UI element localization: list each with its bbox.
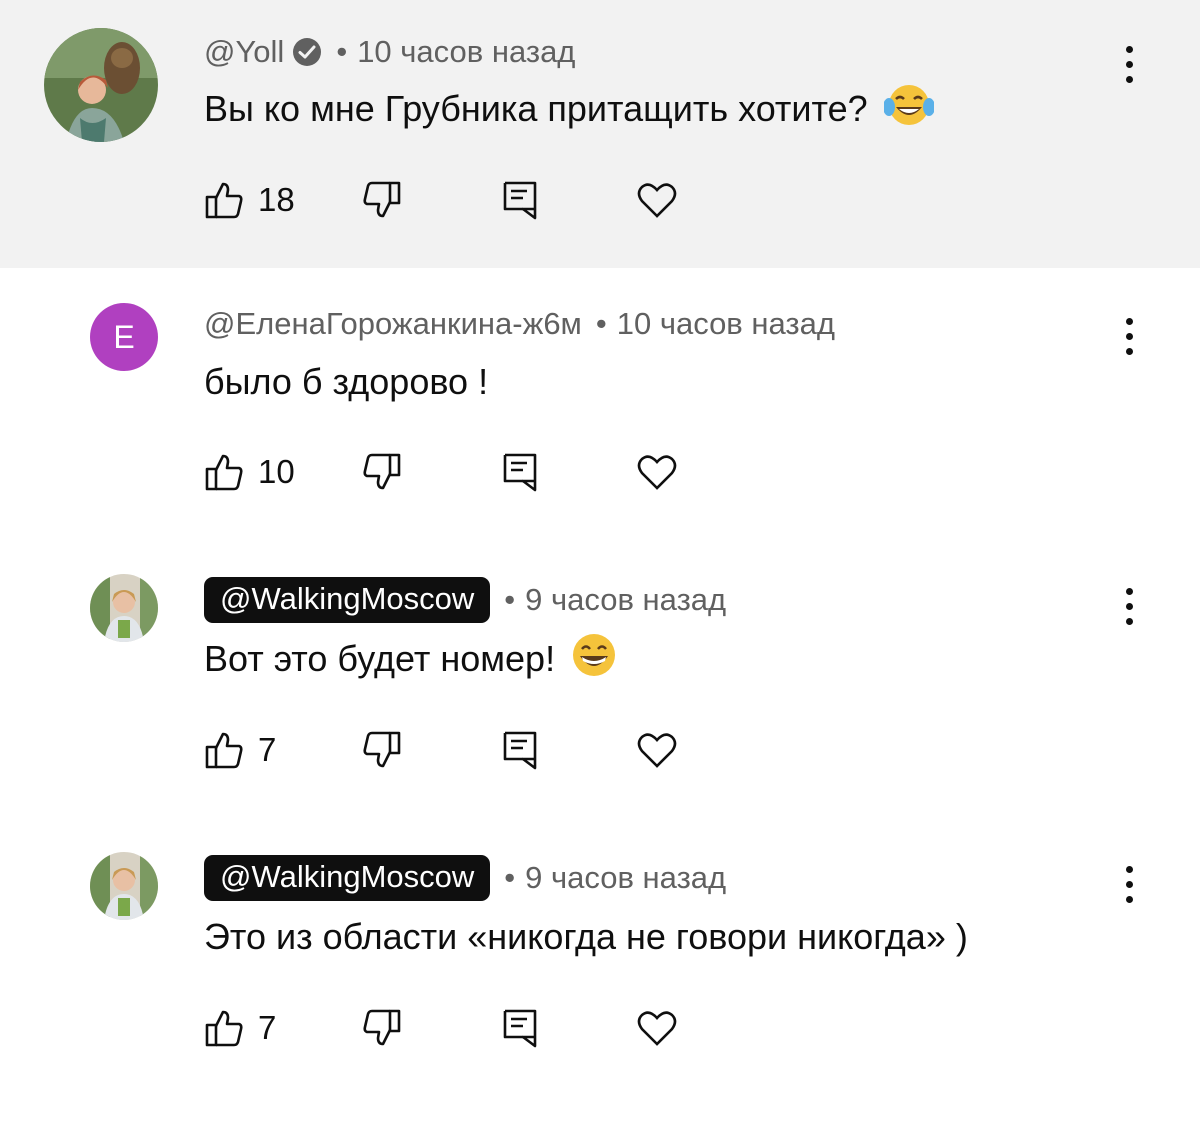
- author-name-badge[interactable]: @WalkingMoscow: [204, 577, 491, 623]
- reply-button[interactable]: [502, 1008, 538, 1048]
- dislike-button[interactable]: [362, 1008, 402, 1048]
- timestamp[interactable]: 9 часов назад: [525, 582, 726, 618]
- heart-icon: [636, 452, 678, 492]
- reply-button[interactable]: [502, 730, 538, 770]
- heart-icon: [636, 730, 678, 770]
- heart-icon: [636, 180, 678, 220]
- heart-button[interactable]: [636, 730, 678, 770]
- thumb-up-icon: [204, 730, 244, 770]
- comment-actions: 7: [204, 730, 704, 774]
- thumb-up-icon: [204, 1008, 244, 1048]
- heart-button[interactable]: [636, 1008, 678, 1048]
- comment-text: Вот это будет номер!: [204, 632, 617, 687]
- comment-text: Вы ко мне Грубника притащить хотите?: [204, 83, 935, 136]
- comment-actions: 10: [204, 452, 704, 496]
- reply-button[interactable]: [502, 452, 538, 492]
- avatar-letter: E: [113, 319, 135, 355]
- comment-actions: 7: [204, 1008, 704, 1052]
- author-name[interactable]: @Yoll: [204, 34, 284, 70]
- heart-icon: [636, 1008, 678, 1048]
- reply-icon: [502, 730, 538, 770]
- thumb-down-icon: [362, 452, 402, 492]
- reply-icon: [502, 1008, 538, 1048]
- comment-text-body: было б здорово !: [204, 361, 489, 402]
- like-count: 10: [258, 453, 295, 490]
- comment-text-body: Это из области «никогда не говори никогд…: [204, 916, 968, 957]
- like-count: 7: [258, 1009, 277, 1046]
- comment-text-body: Вы ко мне Грубника притащить хотите?: [204, 88, 868, 129]
- thumb-up-icon: [204, 180, 244, 220]
- dislike-button[interactable]: [362, 452, 402, 492]
- like-count: 7: [258, 731, 277, 768]
- reply-button[interactable]: [502, 180, 538, 220]
- separator-dot: •: [336, 34, 348, 69]
- like-button[interactable]: 7: [204, 730, 276, 770]
- tears-of-joy-emoji-icon: [882, 83, 935, 136]
- dislike-button[interactable]: [362, 180, 402, 220]
- author-name-badge[interactable]: @WalkingMoscow: [204, 855, 491, 901]
- like-button[interactable]: 18: [204, 180, 295, 220]
- avatar[interactable]: [90, 574, 158, 642]
- comment-header: @WalkingMoscow • 9 часов назад: [204, 575, 726, 625]
- comment-header: @WalkingMoscow • 9 часов назад: [204, 853, 726, 903]
- thumb-down-icon: [362, 1008, 402, 1048]
- thumb-down-icon: [362, 730, 402, 770]
- author-name[interactable]: @ЕленаГорожанкина-ж6м: [204, 306, 582, 342]
- avatar[interactable]: [44, 28, 158, 142]
- more-vert-icon[interactable]: [1112, 862, 1146, 908]
- thumb-up-icon: [204, 452, 244, 492]
- comment-text: было б здорово !: [204, 358, 488, 406]
- timestamp[interactable]: 10 часов назад: [357, 34, 575, 70]
- comment-text-body: Вот это будет номер!: [204, 638, 556, 679]
- comment: E @ЕленаГорожанкина-ж6м • 10 часов назад…: [0, 268, 1200, 538]
- verified-check-icon: [292, 37, 322, 67]
- like-button[interactable]: 10: [204, 452, 295, 492]
- comment-text: Это из области «никогда не говори никогд…: [204, 912, 968, 962]
- like-count: 18: [258, 181, 295, 218]
- heart-button[interactable]: [636, 180, 678, 220]
- thumb-down-icon: [362, 180, 402, 220]
- separator-dot: •: [504, 860, 516, 895]
- separator-dot: •: [504, 582, 516, 617]
- avatar[interactable]: [90, 852, 158, 920]
- comment: @WalkingMoscow • 9 часов назад Вот это б…: [0, 538, 1200, 816]
- comment-header: @ЕленаГорожанкина-ж6м • 10 часов назад: [204, 302, 835, 346]
- timestamp[interactable]: 10 часов назад: [617, 306, 835, 342]
- like-button[interactable]: 7: [204, 1008, 276, 1048]
- reply-icon: [502, 180, 538, 220]
- avatar[interactable]: E: [90, 303, 158, 371]
- reply-icon: [502, 452, 538, 492]
- more-vert-icon[interactable]: [1112, 42, 1146, 88]
- timestamp[interactable]: 9 часов назад: [525, 860, 726, 896]
- dislike-button[interactable]: [362, 730, 402, 770]
- comment: @Yoll • 10 часов назад Вы ко мне Грубник…: [0, 0, 1200, 268]
- more-vert-icon[interactable]: [1112, 314, 1146, 360]
- separator-dot: •: [595, 306, 607, 341]
- comment-actions: 18: [204, 180, 704, 224]
- grinning-emoji-icon: [571, 632, 617, 687]
- more-vert-icon[interactable]: [1112, 584, 1146, 630]
- heart-button[interactable]: [636, 452, 678, 492]
- comment-header: @Yoll • 10 часов назад: [204, 30, 575, 74]
- comment: @WalkingMoscow • 9 часов назад Это из об…: [0, 816, 1200, 1121]
